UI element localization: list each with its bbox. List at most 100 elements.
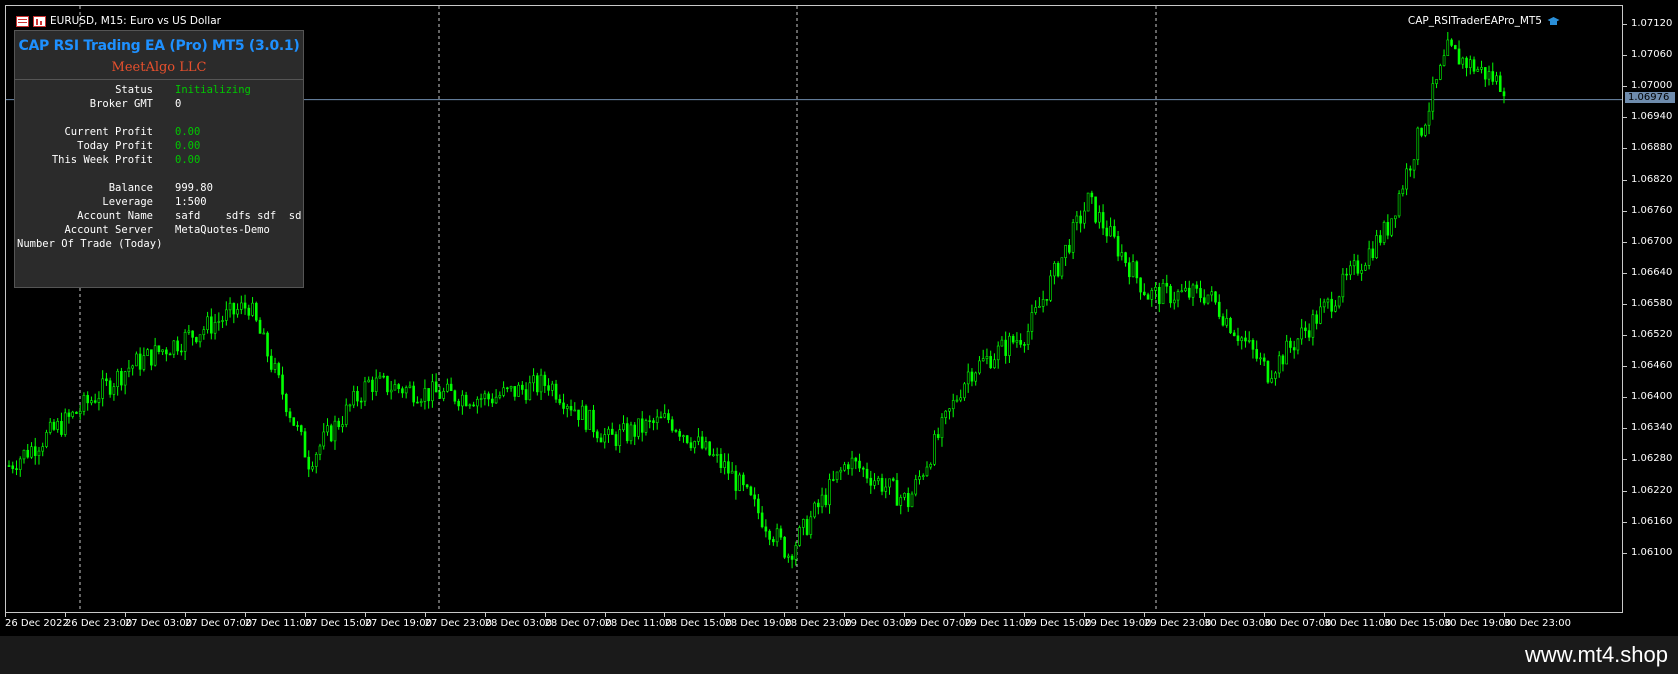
candle-body xyxy=(798,527,801,546)
candle-body xyxy=(404,387,408,394)
candle-body xyxy=(978,360,981,374)
panel-row-value: safd sdfs sdf sd xyxy=(175,210,302,222)
candle-body xyxy=(1322,301,1326,308)
candle-body xyxy=(1334,305,1337,312)
candle-body xyxy=(918,476,921,480)
candle-body xyxy=(783,536,786,558)
candle-body xyxy=(1262,357,1266,362)
candle-body xyxy=(723,461,726,468)
time-label: 29 Dec 23:00 xyxy=(1144,618,1212,629)
time-label: 29 Dec 03:00 xyxy=(844,618,912,629)
candle-body xyxy=(543,374,547,386)
time-axis[interactable]: 26 Dec 2022 26 Dec 23:00 27 Dec 03:00 27 De… xyxy=(5,613,1623,635)
candle-body xyxy=(1105,227,1109,237)
candle-body xyxy=(1296,338,1300,351)
candle-body xyxy=(1056,263,1060,277)
price-label: 1.06100 xyxy=(1631,546,1673,558)
candle-body xyxy=(1446,39,1450,56)
price-label: 1.06400 xyxy=(1631,391,1673,403)
candle-body xyxy=(745,484,749,488)
candle-body xyxy=(772,539,775,543)
candle-body xyxy=(951,400,955,410)
candle-body xyxy=(1187,287,1191,298)
expert-advisor-label[interactable]: CAP_RSITraderEAPro_MT5 xyxy=(1408,15,1560,27)
price-axis[interactable]: 1.07120 1.07060 1.07000 1.06940 1.06880 1.068… xyxy=(1623,5,1678,613)
candle-body xyxy=(446,383,449,392)
candle-body xyxy=(131,365,134,369)
chart-window[interactable]: EURUSD, M15: Euro vs US Dollar CAP_RSITr… xyxy=(0,0,1678,636)
candle-body xyxy=(599,437,603,443)
candle-body xyxy=(1206,294,1210,304)
candle-body xyxy=(1289,340,1292,348)
candle-body xyxy=(869,477,873,486)
candle-body xyxy=(1304,327,1307,331)
candle-body xyxy=(502,387,505,396)
candle-body xyxy=(269,355,273,370)
candle-body xyxy=(820,494,824,508)
candle-body xyxy=(1375,235,1378,259)
candle-body xyxy=(63,412,67,435)
candle-body xyxy=(168,353,172,356)
candle-body xyxy=(146,349,149,356)
candle-body xyxy=(963,383,966,399)
candle-body xyxy=(33,446,37,456)
panel-row-label: Account Name xyxy=(77,210,153,222)
candle-body xyxy=(292,417,296,426)
candle-body xyxy=(1008,335,1011,356)
candle-body xyxy=(1337,296,1341,307)
candle-body xyxy=(655,416,659,423)
candle-body xyxy=(843,464,846,471)
candle-body xyxy=(1461,57,1465,65)
candle-body xyxy=(629,424,633,442)
candle-body xyxy=(251,302,254,316)
candle-body xyxy=(614,434,618,447)
candle-body xyxy=(352,391,356,406)
candle-body xyxy=(742,474,745,486)
price-tick xyxy=(1623,552,1627,554)
candle-body xyxy=(1053,263,1056,277)
candle-body xyxy=(1049,275,1052,301)
time-tick xyxy=(484,613,486,617)
candle-body xyxy=(1465,57,1468,68)
candle-body xyxy=(532,375,535,384)
candle-body xyxy=(996,345,1000,361)
candle-body xyxy=(236,309,239,315)
candle-body xyxy=(453,390,457,402)
candle-body xyxy=(90,400,93,404)
candle-body xyxy=(715,454,719,456)
candle-body xyxy=(1139,277,1142,293)
candle-body xyxy=(341,424,344,428)
candle-body xyxy=(101,378,104,399)
price-label: 1.06940 xyxy=(1631,111,1673,123)
panel-row-value: 0.00 xyxy=(175,140,201,152)
candle-body xyxy=(1386,222,1390,236)
candle-body xyxy=(1453,45,1457,50)
chart-title: EURUSD, M15: Euro vs US Dollar xyxy=(16,15,221,27)
candle-body xyxy=(678,431,681,437)
candle-body xyxy=(67,412,71,417)
candle-body xyxy=(1202,297,1206,304)
chart-menu-icon[interactable] xyxy=(16,15,29,27)
time-tick xyxy=(904,613,906,617)
candle-body xyxy=(910,493,914,508)
candle-body xyxy=(37,450,41,456)
candle-body xyxy=(153,345,157,366)
bar-chart-icon[interactable] xyxy=(33,15,46,27)
price-label: 1.06580 xyxy=(1631,297,1673,309)
candle-body xyxy=(1442,55,1446,66)
candle-body xyxy=(610,428,614,435)
candle-body xyxy=(674,430,678,432)
candle-body xyxy=(281,374,284,395)
candle-body xyxy=(734,470,738,491)
time-label: 28 Dec 11:00 xyxy=(604,618,672,629)
candle-body xyxy=(554,383,558,400)
candle-body xyxy=(652,420,655,423)
graduation-cap-icon[interactable] xyxy=(1547,16,1560,27)
candle-body xyxy=(1023,344,1026,346)
time-tick xyxy=(1323,613,1325,617)
candle-body xyxy=(1341,273,1345,298)
candle-body xyxy=(906,493,910,508)
candle-body xyxy=(1172,299,1176,304)
candle-body xyxy=(730,470,734,474)
time-label: 27 Dec 23:00 xyxy=(424,618,492,629)
